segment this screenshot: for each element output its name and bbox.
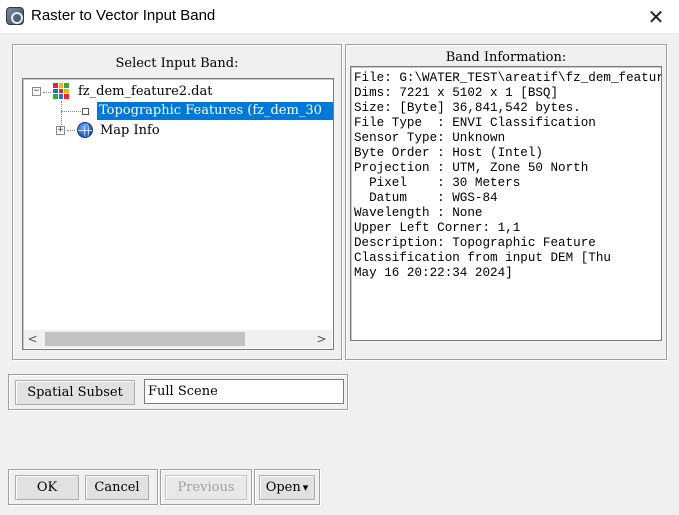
info-line: Byte Order : Host (Intel) (354, 146, 543, 160)
scroll-left-icon[interactable]: < (24, 330, 41, 347)
band-tree[interactable]: − fz_dem_feature2.dat Topographic Featur… (22, 78, 334, 350)
tree-line (43, 92, 51, 93)
tree-line (67, 130, 75, 131)
scroll-right-icon[interactable]: > (313, 330, 330, 347)
select-input-band-title: Select Input Band: (115, 56, 239, 71)
open-dropdown-button[interactable]: Open ▾ (259, 475, 315, 500)
band-information-text: File: G:\WATER_TEST\areatif\fz_dem_featu… (350, 66, 662, 341)
info-line: Pixel : 30 Meters (354, 176, 521, 190)
info-line: May 16 20:22:34 2024] (354, 266, 513, 280)
select-input-band-panel: Select Input Band: − fz_dem_feature2.dat… (12, 44, 342, 360)
collapse-toggle-icon[interactable]: − (32, 87, 41, 96)
spatial-subset-value: Full Scene (144, 379, 344, 404)
tree-item-map-info[interactable]: Map Info (100, 122, 160, 140)
info-line: File Type : ENVI Classification (354, 116, 596, 130)
spatial-subset-button[interactable]: Spatial Subset (15, 380, 135, 405)
open-group: Open ▾ (254, 469, 320, 505)
previous-group: Previous (160, 469, 252, 505)
globe-icon (77, 122, 93, 138)
info-line: File: G:\WATER_TEST\areatif\fz_dem_featu… (354, 71, 662, 85)
chevron-down-icon: ▾ (302, 481, 309, 494)
close-icon[interactable]: ✕ (633, 0, 679, 34)
band-information-panel: Band Information: File: G:\WATER_TEST\ar… (345, 44, 667, 360)
tree-line (61, 111, 81, 112)
info-line: Projection : UTM, Zone 50 North (354, 161, 589, 175)
info-line: Wavelength : None (354, 206, 483, 220)
info-line: Classification from input DEM [Thu (354, 251, 611, 265)
cancel-button[interactable]: Cancel (85, 475, 149, 500)
info-line: Sensor Type: Unknown (354, 131, 506, 145)
band-box-icon (82, 108, 89, 115)
tree-item-band-selected[interactable]: Topographic Features (fz_dem_30 (97, 102, 333, 120)
scroll-thumb[interactable] (45, 332, 245, 346)
open-button-label: Open (265, 480, 301, 495)
raster-file-icon (53, 83, 69, 99)
info-line: Description: Topographic Feature (354, 236, 596, 250)
expand-toggle-icon[interactable]: + (56, 126, 65, 135)
spatial-subset-group: Spatial Subset Full Scene (8, 374, 348, 410)
info-line: Upper Left Corner: 1,1 (354, 221, 521, 235)
ok-button[interactable]: OK (15, 475, 79, 500)
ok-cancel-group: OK Cancel (8, 469, 158, 505)
info-line: Dims: 7221 x 5102 x 1 [BSQ] (354, 86, 559, 100)
tree-item-file[interactable]: fz_dem_feature2.dat (78, 83, 212, 101)
info-line: Datum : WGS-84 (354, 191, 498, 205)
title-bar: Raster to Vector Input Band ✕ (0, 0, 679, 34)
window-title: Raster to Vector Input Band (31, 7, 216, 24)
app-window-icon (6, 7, 24, 25)
previous-button[interactable]: Previous (165, 475, 247, 500)
info-line: Size: [Byte] 36,841,542 bytes. (354, 101, 581, 115)
band-information-title: Band Information: (445, 50, 567, 65)
horizontal-scrollbar[interactable]: < > (24, 330, 332, 348)
